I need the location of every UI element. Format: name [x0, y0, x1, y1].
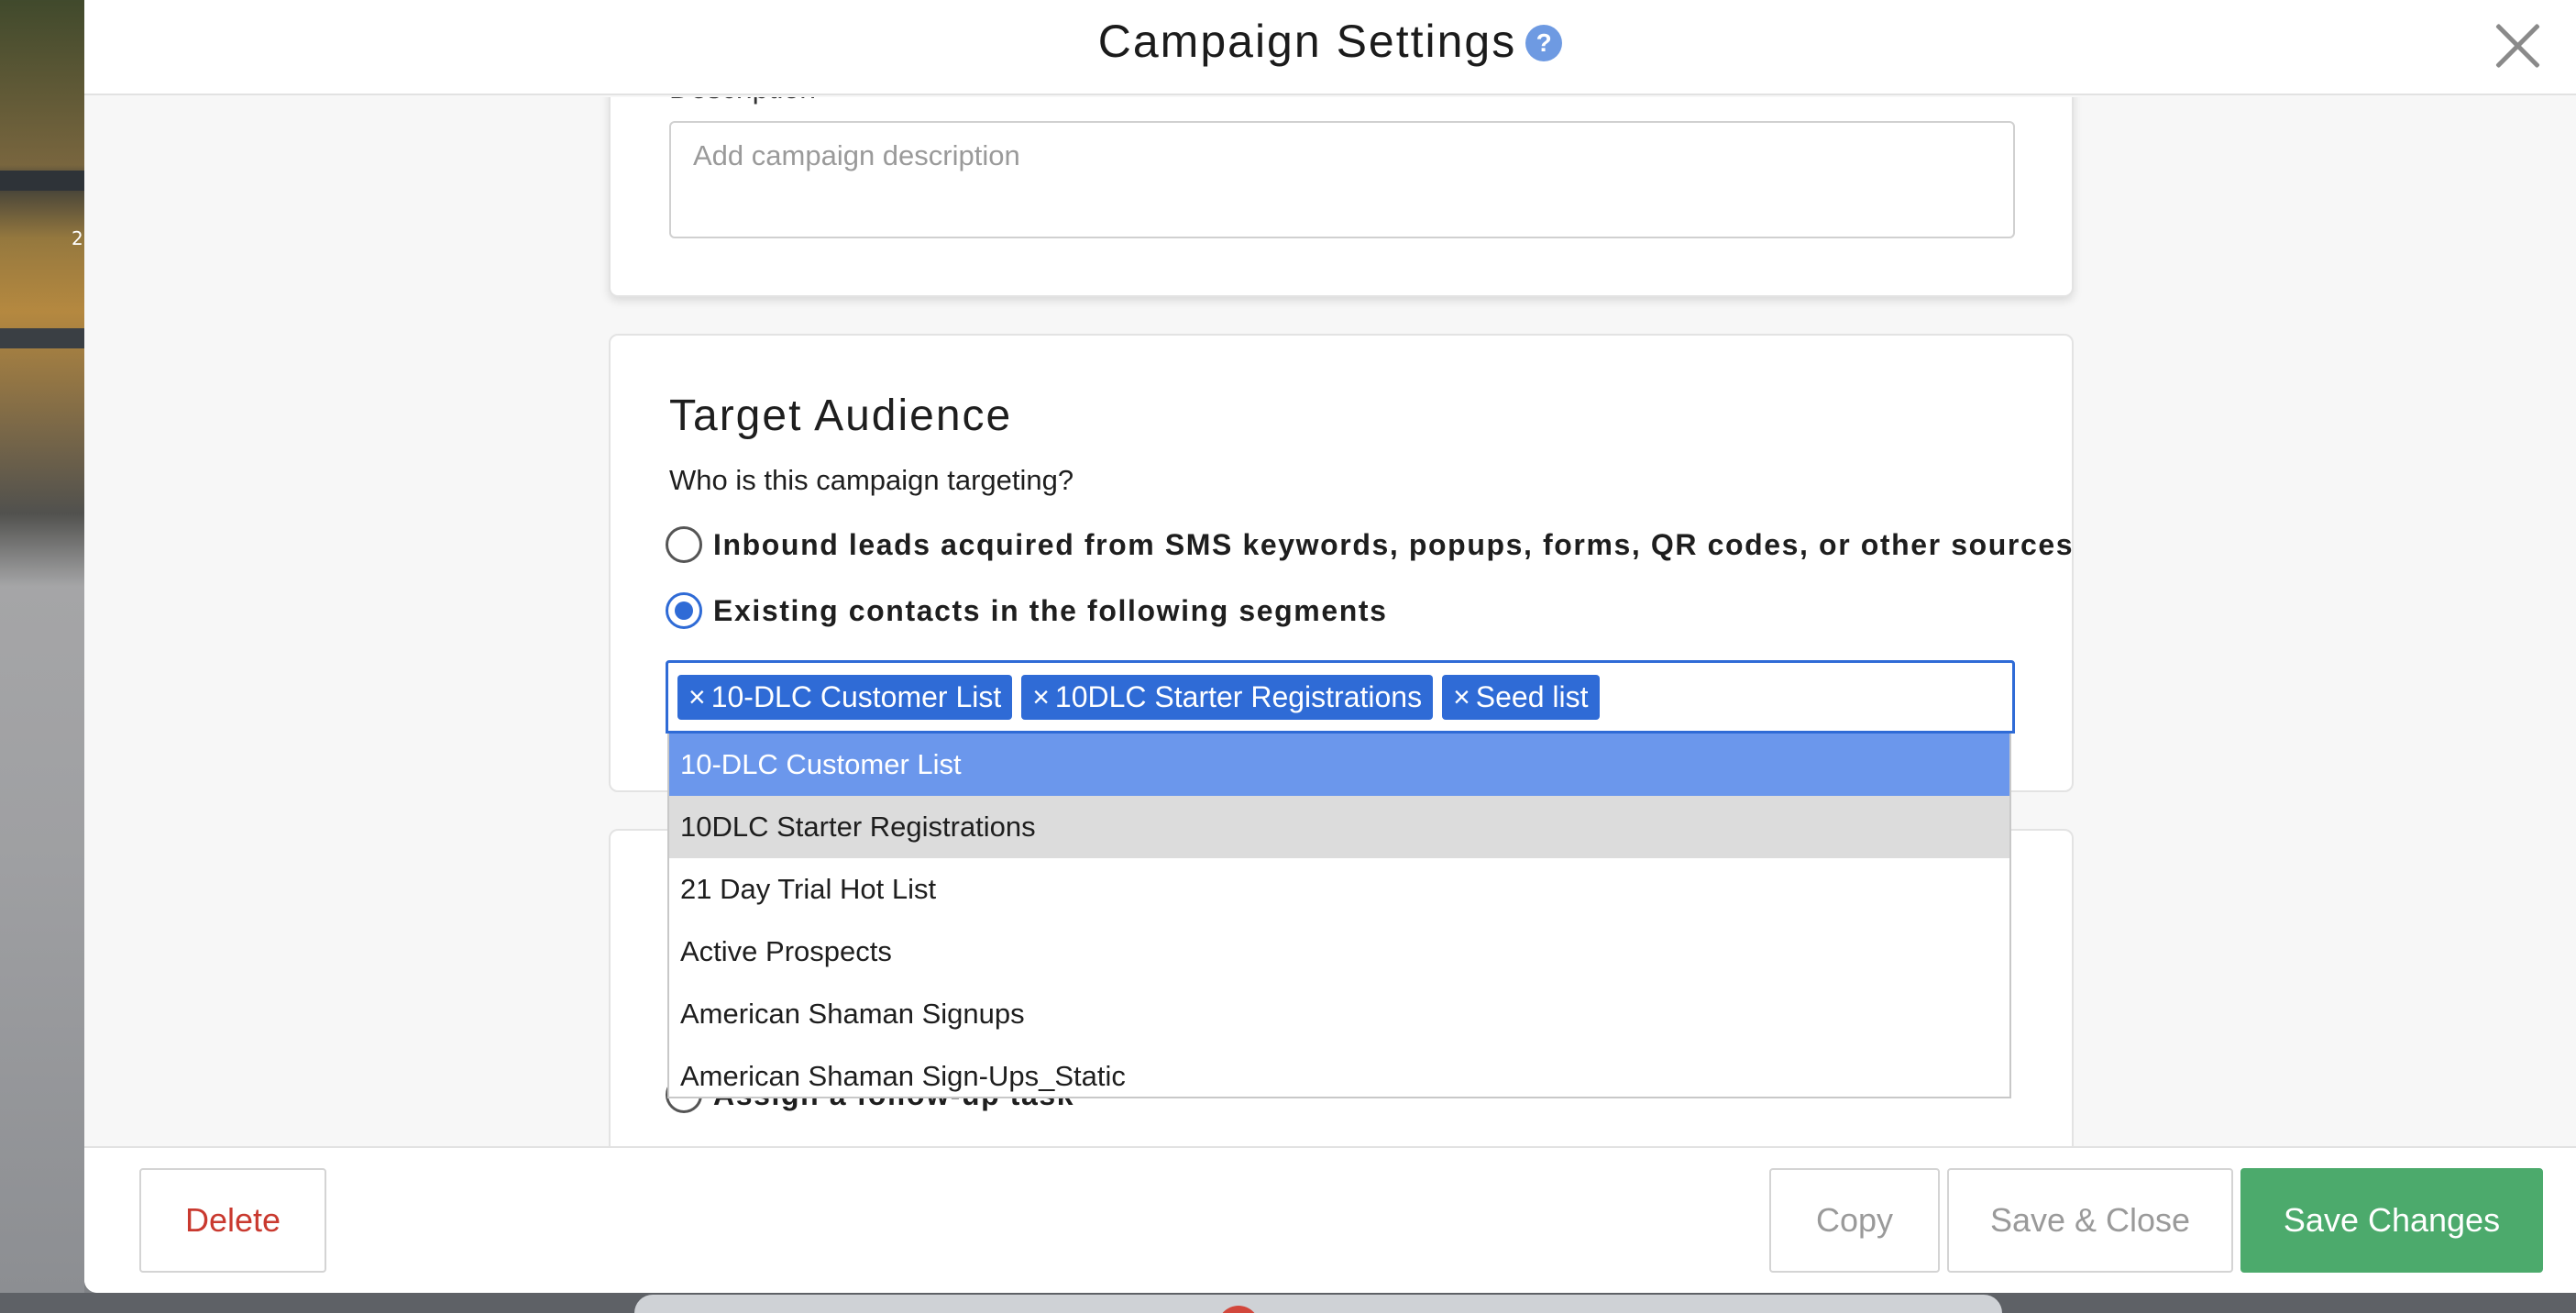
background-taskbar — [0, 1293, 2576, 1313]
segment-tag-label: 10-DLC Customer List — [710, 679, 1002, 713]
background-dock — [634, 1295, 2002, 1313]
save-changes-button[interactable]: Save Changes — [2240, 1168, 2543, 1273]
modal-header: Campaign Settings? — [84, 0, 2576, 95]
modal-title-text: Campaign Settings — [1097, 16, 1517, 67]
target-audience-question: Who is this campaign targeting? — [669, 464, 1074, 496]
background-rail — [0, 328, 84, 348]
dropdown-option[interactable]: Active Prospects — [669, 921, 2009, 983]
segment-tag-label: 10DLC Starter Registrations — [1054, 679, 1423, 713]
tag-remove-icon[interactable]: × — [688, 680, 706, 713]
dropdown-option[interactable]: 10DLC Starter Registrations — [669, 796, 2009, 858]
copy-button[interactable]: Copy — [1769, 1168, 1940, 1273]
dropdown-option[interactable]: American Shaman Signups — [669, 983, 2009, 1045]
segment-tag[interactable]: × 10DLC Starter Registrations — [1021, 674, 1434, 720]
radio-inbound-leads-label: Inbound leads acquired from SMS keywords… — [713, 527, 2075, 561]
segment-tag[interactable]: × Seed list — [1442, 674, 1600, 720]
background-scenery: 2 — [0, 0, 84, 1313]
description-card: Description — [609, 97, 2074, 297]
dropdown-option[interactable]: American Shaman Sign-Ups_Static — [669, 1045, 2009, 1097]
modal-title: Campaign Settings? — [84, 15, 2576, 68]
tag-remove-icon[interactable]: × — [1453, 680, 1470, 713]
radio-existing-contacts[interactable]: Existing contacts in the following segme… — [666, 592, 1388, 629]
segment-dropdown-list[interactable]: 10-DLC Customer List 10DLC Starter Regis… — [667, 734, 2011, 1098]
close-icon[interactable] — [2493, 22, 2541, 70]
delete-button[interactable]: Delete — [139, 1168, 326, 1273]
description-label: Description — [669, 97, 816, 105]
background-mark: 2 — [72, 227, 83, 249]
segment-tag[interactable]: × 10-DLC Customer List — [677, 674, 1013, 720]
dropdown-option[interactable]: 21 Day Trial Hot List — [669, 858, 2009, 921]
description-input[interactable] — [669, 121, 2015, 238]
help-icon[interactable]: ? — [1525, 25, 1563, 61]
radio-button[interactable] — [666, 526, 702, 563]
campaign-settings-modal: Campaign Settings? Description Target Au… — [84, 0, 2576, 1293]
dropdown-option[interactable]: 10-DLC Customer List — [669, 734, 2009, 796]
modal-footer: Delete Copy Save & Close Save Changes — [84, 1146, 2576, 1293]
radio-button-checked[interactable] — [666, 592, 702, 629]
background-rail — [0, 171, 84, 191]
radio-inbound-leads[interactable]: Inbound leads acquired from SMS keywords… — [666, 526, 2074, 563]
segment-tag-label: Seed list — [1475, 679, 1589, 713]
save-and-close-button[interactable]: Save & Close — [1947, 1168, 2233, 1273]
tag-remove-icon[interactable]: × — [1032, 680, 1050, 713]
segment-tag-input[interactable]: × 10-DLC Customer List × 10DLC Starter Reg… — [666, 660, 2015, 734]
target-audience-title: Target Audience — [669, 392, 1013, 440]
radio-existing-contacts-label: Existing contacts in the following segme… — [713, 593, 1388, 627]
